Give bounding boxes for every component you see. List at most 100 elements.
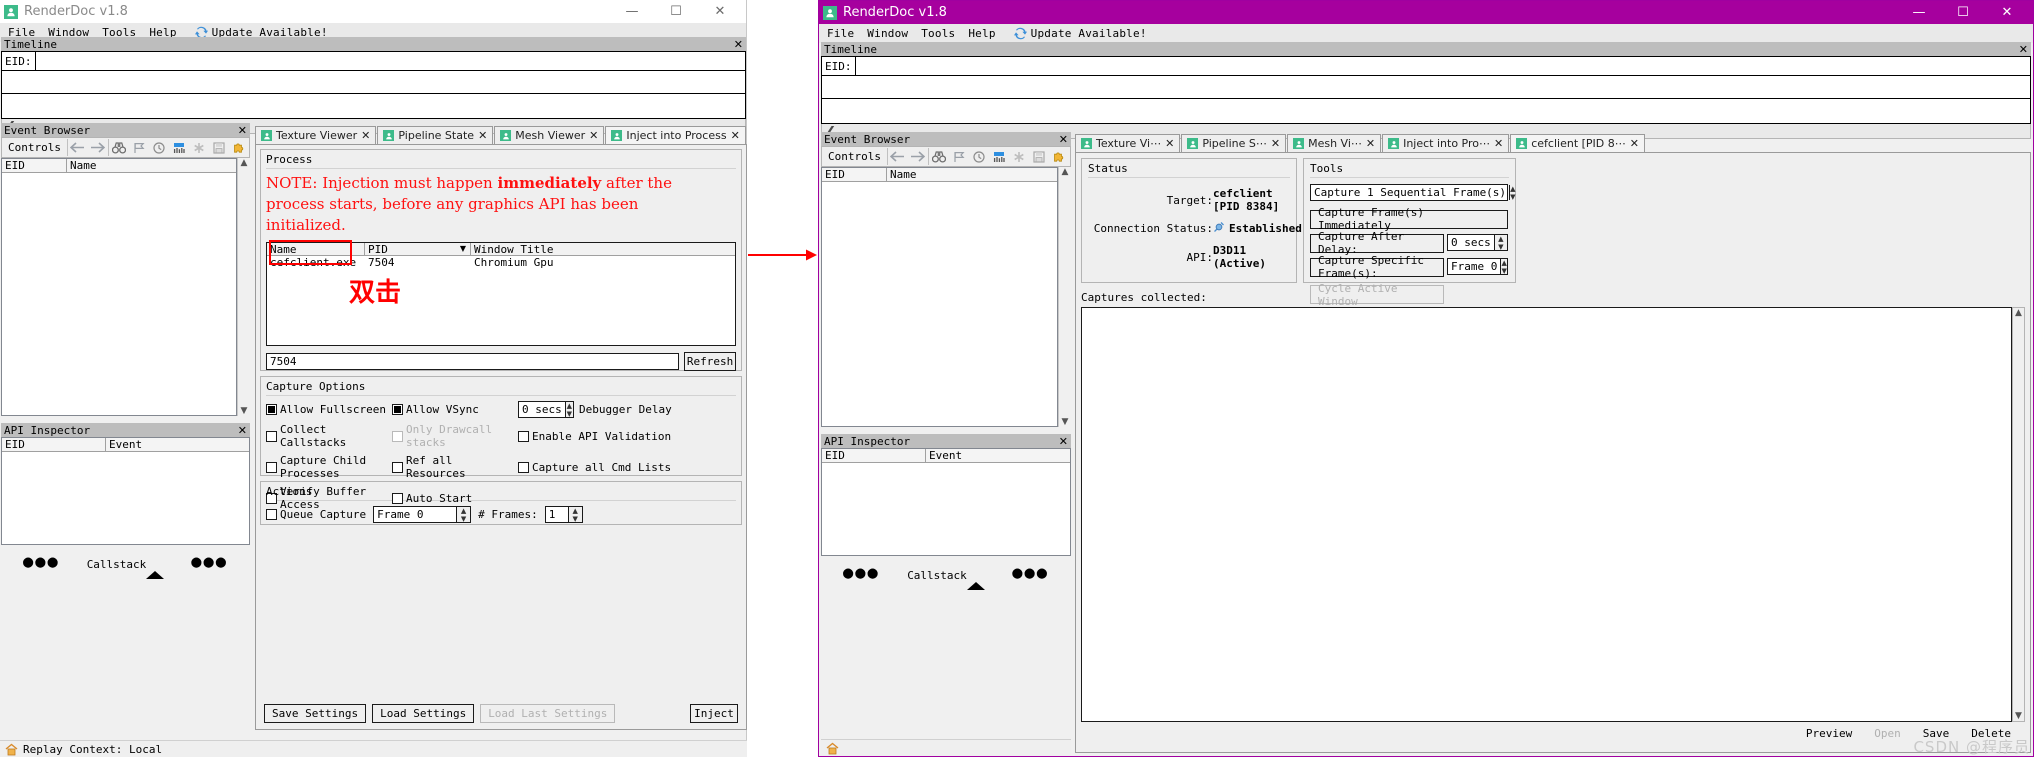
save-icon[interactable] (1029, 147, 1049, 166)
capture-immediately-button[interactable]: Capture Frame(s) Immediately (1310, 206, 1508, 232)
process-filter-input[interactable]: 7504 (266, 353, 679, 370)
column-header-eid[interactable]: EID (2, 159, 67, 172)
tab-close-icon[interactable]: ✕ (1494, 137, 1503, 150)
bar-chart-icon[interactable] (169, 138, 189, 157)
captures-vscrollbar[interactable]: ▲ ▼ (2012, 307, 2025, 722)
maximize-button[interactable]: ☐ (654, 0, 698, 23)
column-header-eid[interactable]: EID (822, 168, 887, 181)
clock-icon[interactable] (149, 138, 169, 157)
update-label[interactable]: Update Available! (1031, 27, 1147, 40)
checkbox-icon[interactable] (392, 404, 403, 415)
column-header-name[interactable]: Name (887, 168, 1057, 181)
checkbox-allow-vsync[interactable]: Allow VSync (392, 403, 518, 416)
checkbox-allow-fullscreen[interactable]: Allow Fullscreen (266, 403, 392, 416)
spinner-down-icon[interactable]: ▼ (1510, 193, 1515, 201)
tab-mesh-viewer[interactable]: Mesh Viewer ✕ (494, 126, 605, 144)
clock-icon[interactable] (969, 147, 989, 166)
asterisk-icon[interactable] (1009, 147, 1029, 166)
tab-close-icon[interactable]: ✕ (1366, 137, 1375, 150)
event-browser-vscrollbar[interactable]: ▲ ▼ (237, 158, 250, 416)
checkbox-icon[interactable] (392, 461, 403, 473)
tab-pipeline-state[interactable]: Pipeline State ✕ (377, 126, 494, 144)
scroll-down-icon[interactable]: ▼ (2015, 711, 2022, 721)
tab-close-icon[interactable]: ✕ (1165, 137, 1174, 150)
capture-after-delay-button[interactable]: Capture After Delay: (1310, 230, 1444, 256)
tab-close-icon[interactable]: ✕ (589, 129, 598, 142)
timeline-strip-upper[interactable] (822, 76, 2030, 99)
checkbox-collect-callstacks[interactable]: Collect Callstacks (266, 423, 392, 449)
spinner-down-icon[interactable]: ▼ (566, 410, 573, 418)
event-browser-rows[interactable] (822, 182, 1057, 424)
load-settings-button[interactable]: Load Settings (372, 704, 475, 723)
puzzle-icon[interactable] (229, 138, 249, 157)
captures-list[interactable]: ▲ ▼ (1081, 307, 2025, 722)
checkbox-icon[interactable] (266, 430, 277, 442)
captures-list-body[interactable] (1081, 307, 2012, 722)
bar-chart-icon[interactable] (989, 147, 1009, 166)
checkbox-capture-all-cmd-lists[interactable]: Capture all Cmd Lists (518, 461, 736, 474)
scroll-down-icon[interactable]: ▼ (1062, 417, 1069, 427)
menu-window[interactable]: Window (867, 27, 908, 40)
tab-close-icon[interactable]: ✕ (1271, 137, 1280, 150)
refresh-button[interactable]: Refresh (684, 352, 736, 371)
checkbox-ref-all-resources[interactable]: Ref all Resources (392, 454, 518, 480)
binoculars-icon[interactable] (109, 138, 129, 157)
timeline-close-icon[interactable]: ✕ (734, 39, 746, 50)
spinner-down-icon[interactable]: ▼ (1495, 243, 1507, 251)
chevron-down-icon[interactable]: ▼ (460, 244, 466, 253)
tab-inject-into-process[interactable]: Inject into Process ✕ (605, 126, 746, 144)
scroll-down-icon[interactable]: ▼ (241, 406, 248, 416)
checkbox-enable-api-validation[interactable]: Enable API Validation (518, 430, 736, 443)
event-browser-controls-label[interactable]: Controls (822, 150, 887, 163)
save-icon[interactable] (209, 138, 229, 157)
timeline-strip-lower[interactable] (822, 99, 2030, 123)
preview-button[interactable]: Preview (1806, 727, 1852, 740)
minimize-button[interactable]: — (1897, 1, 1941, 24)
spinner-buttons[interactable]: ▲ ▼ (1500, 258, 1507, 275)
back-arrow-icon[interactable] (68, 138, 88, 157)
tab-texture-viewer[interactable]: Texture Vi⋯ ✕ (1075, 134, 1181, 152)
scroll-up-icon[interactable]: ▲ (241, 158, 248, 168)
back-arrow-icon[interactable] (888, 147, 908, 166)
checkbox-icon[interactable] (518, 461, 529, 473)
event-browser-close-icon[interactable]: ✕ (238, 125, 250, 136)
checkbox-auto-start[interactable]: Auto Start (392, 492, 518, 505)
tab-pipeline-state[interactable]: Pipeline S⋯ ✕ (1181, 134, 1287, 152)
spinner-down-icon[interactable]: ▼ (569, 515, 582, 523)
callstack-center[interactable]: Callstack (1, 558, 250, 579)
api-inspector-rows[interactable] (822, 463, 1070, 553)
num-frames-spinner[interactable]: 1 ▲ ▼ (544, 506, 583, 523)
update-available[interactable]: Update Available! (1013, 27, 1147, 40)
api-inspector-close-icon[interactable]: ✕ (1059, 436, 1071, 447)
spinner-up-icon[interactable]: ▲ (1495, 235, 1507, 243)
timeline-strip-upper[interactable] (2, 71, 745, 94)
menu-help[interactable]: Help (968, 27, 995, 40)
checkbox-icon[interactable] (266, 509, 277, 520)
queue-frame-spinner[interactable]: Frame 0 ▲ ▼ (373, 506, 472, 523)
event-browser-rows[interactable] (2, 173, 236, 413)
api-inspector-rows[interactable] (2, 452, 249, 542)
puzzle-icon[interactable] (1049, 147, 1069, 166)
scroll-up-icon[interactable]: ▲ (1062, 167, 1069, 177)
forward-arrow-icon[interactable] (908, 147, 928, 166)
spinner-down-icon[interactable]: ▼ (1501, 267, 1507, 275)
binoculars-icon[interactable] (929, 147, 949, 166)
column-header-event[interactable]: Event (106, 438, 249, 451)
scroll-up-icon[interactable]: ▲ (2015, 308, 2022, 318)
spinner-buttons[interactable]: ▲ ▼ (1509, 185, 1516, 201)
checkbox-icon[interactable] (266, 404, 277, 415)
save-settings-button[interactable]: Save Settings (264, 704, 367, 723)
tab-close-icon[interactable]: ✕ (361, 129, 370, 142)
sequential-frames-spinner[interactable]: Capture 1 Sequential Frame(s) ▲ ▼ (1310, 184, 1516, 201)
expand-up-icon[interactable] (966, 569, 985, 590)
capture-specific-frames-button[interactable]: Capture Specific Frame(s): (1310, 254, 1444, 280)
spinner-up-icon[interactable]: ▲ (1510, 185, 1515, 193)
close-button[interactable]: ✕ (698, 0, 742, 23)
spinner-down-icon[interactable]: ▼ (457, 515, 470, 523)
callstack-center[interactable]: Callstack (821, 569, 1071, 590)
tab-inject-into-process[interactable]: Inject into Pro⋯ ✕ (1382, 134, 1510, 152)
column-header-eid[interactable]: EID (2, 438, 106, 451)
inject-button[interactable]: Inject (690, 704, 738, 723)
timeline-close-icon[interactable]: ✕ (2019, 44, 2031, 55)
column-header-eid[interactable]: EID (822, 449, 926, 462)
